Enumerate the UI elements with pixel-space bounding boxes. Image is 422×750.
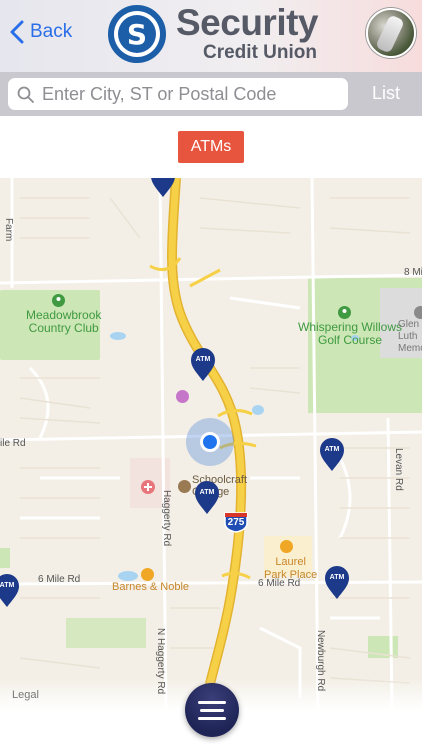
road-label-7-mile: ile Rd xyxy=(0,438,26,449)
back-label: Back xyxy=(30,21,73,42)
filter-strip: ATMs xyxy=(0,116,422,178)
road-label-6-mile-right: 6 Mile Rd xyxy=(258,578,301,589)
search-input[interactable] xyxy=(42,83,332,105)
place-label-whispering-willows: Whispering Willows Golf Course xyxy=(298,320,403,347)
atm-pin-label: ATM xyxy=(199,489,215,496)
map-pin-icon xyxy=(320,438,344,471)
road-label-newburgh: Newburgh Rd xyxy=(315,630,326,692)
bookstore-icon xyxy=(141,568,154,581)
map-pin-icon xyxy=(191,348,215,381)
hospital-icon xyxy=(141,480,155,494)
back-button[interactable]: Back xyxy=(10,18,72,46)
shopping-icon xyxy=(280,540,293,553)
atm-pin[interactable]: ATM xyxy=(194,481,220,515)
list-button[interactable]: List xyxy=(372,83,400,104)
place-label-barnes: Barnes & Noble xyxy=(112,581,190,593)
atm-pin[interactable]: ATM xyxy=(190,348,216,382)
user-location-dot xyxy=(200,432,220,452)
map-pin-icon xyxy=(151,178,175,197)
shop-icon xyxy=(176,390,189,403)
search-field[interactable] xyxy=(8,78,348,110)
brand-subtitle: Credit Union xyxy=(203,42,317,63)
road-label-6-mile-left: 6 Mile Rd xyxy=(38,574,81,585)
road-label-8-mile: 8 Mi xyxy=(404,267,422,278)
place-label-meadowbrook: Meadowbrook Country Club xyxy=(26,308,102,335)
hamburger-icon xyxy=(198,700,226,704)
atm-pin[interactable]: ATM xyxy=(150,178,176,198)
church-icon xyxy=(414,306,422,319)
atm-filter-button[interactable]: ATMs xyxy=(178,131,244,163)
golf-icon xyxy=(338,306,351,319)
user-location-icon xyxy=(186,418,234,466)
map-pin-icon xyxy=(325,566,349,599)
map-pin-icon xyxy=(195,481,219,514)
road-label-n-haggerty: N Haggerty Rd xyxy=(155,628,166,695)
app-header: Back S Security Credit Union xyxy=(0,0,422,72)
place-label-glen: Glen Luth Memo xyxy=(398,319,422,354)
chevron-left-icon xyxy=(10,20,24,44)
atm-pin-label: ATM xyxy=(150,178,176,179)
atm-pin-label: ATM xyxy=(195,356,211,363)
atm-pin[interactable]: ATM xyxy=(0,574,20,608)
avatar[interactable] xyxy=(366,8,416,58)
map-pin-icon xyxy=(0,574,19,607)
atm-pin[interactable]: ATM xyxy=(324,566,350,600)
atm-pin[interactable]: ATM xyxy=(319,438,345,472)
legal-link[interactable]: Legal xyxy=(12,689,39,701)
search-icon xyxy=(17,86,34,103)
golf-icon xyxy=(52,294,65,307)
school-icon xyxy=(178,480,191,493)
brand-title: Security xyxy=(176,2,319,43)
atm-pin-label: ATM xyxy=(329,574,345,581)
brand-logo-letter: S xyxy=(126,17,148,51)
atm-pin-label: ATM xyxy=(0,582,15,589)
atm-pin-label: ATM xyxy=(324,446,340,453)
brand-logo: S xyxy=(108,5,166,63)
search-bar: List xyxy=(0,72,422,116)
road-label-levan: Levan Rd xyxy=(393,448,404,491)
road-label-haggerty: Haggerty Rd xyxy=(161,490,172,547)
road-label-farm: Farm xyxy=(3,218,14,242)
menu-button[interactable] xyxy=(185,683,239,737)
interstate-shield-label: 275 xyxy=(227,517,245,528)
map-view[interactable]: Meadowbrook Country Club Whispering Will… xyxy=(0,178,422,710)
